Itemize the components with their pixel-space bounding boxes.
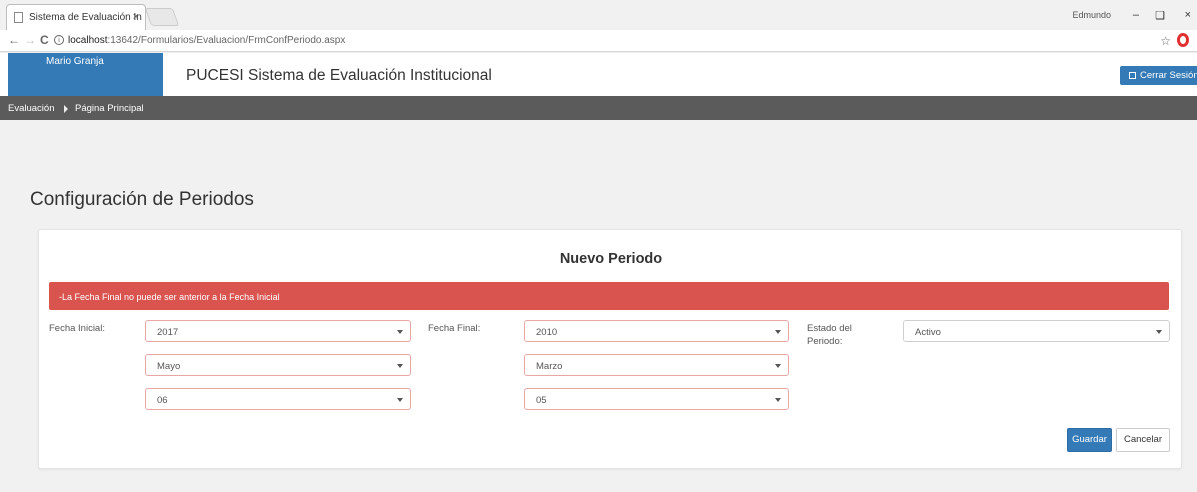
logout-icon bbox=[1129, 72, 1136, 79]
minimize-icon[interactable]: – bbox=[1133, 9, 1139, 21]
fecha-final-month-select[interactable]: Marzo bbox=[524, 354, 789, 376]
user-box: Mario Granja bbox=[8, 53, 163, 96]
estado-value: Activo bbox=[915, 327, 941, 338]
fecha-final-month-value: Marzo bbox=[536, 361, 563, 372]
estado-select[interactable]: Activo bbox=[903, 320, 1170, 342]
browser-tab[interactable]: Sistema de Evaluación In × bbox=[6, 4, 146, 30]
info-icon[interactable]: i bbox=[54, 35, 64, 45]
save-button[interactable]: Guardar bbox=[1067, 428, 1112, 452]
chevron-down-icon bbox=[397, 398, 403, 402]
forward-icon[interactable]: → bbox=[24, 33, 36, 47]
page-title: Configuración de Periodos bbox=[30, 189, 254, 210]
estado-label: Estado del Periodo: bbox=[807, 323, 852, 347]
chevron-down-icon bbox=[1156, 330, 1162, 334]
opera-menu-icon[interactable] bbox=[1177, 33, 1189, 47]
browser-tab-title: Sistema de Evaluación In bbox=[29, 12, 142, 23]
periodo-panel: Nuevo Periodo -La Fecha Final no puede s… bbox=[38, 229, 1182, 469]
cancel-button[interactable]: Cancelar bbox=[1116, 428, 1170, 452]
caret-right-icon bbox=[64, 105, 68, 113]
nav-item-pagina-principal[interactable]: Página Principal bbox=[75, 103, 144, 114]
user-name: Mario Granja bbox=[46, 56, 104, 67]
close-window-icon[interactable]: × bbox=[1185, 9, 1191, 21]
fecha-inicial-day-select[interactable]: 06 bbox=[145, 388, 411, 410]
nav-bar: Evaluación Página Principal bbox=[0, 96, 1197, 120]
nav-item-evaluacion[interactable]: Evaluación bbox=[8, 103, 54, 114]
chevron-down-icon bbox=[397, 330, 403, 334]
page-icon bbox=[14, 12, 23, 23]
chevron-down-icon bbox=[775, 330, 781, 334]
fecha-inicial-month-select[interactable]: Mayo bbox=[145, 354, 411, 376]
error-alert: -La Fecha Final no puede ser anterior a … bbox=[49, 282, 1169, 310]
fecha-inicial-label: Fecha Inicial: bbox=[49, 323, 105, 334]
fecha-inicial-day-value: 06 bbox=[157, 395, 168, 406]
fecha-inicial-year-value: 2017 bbox=[157, 327, 179, 338]
url-host: localhost bbox=[68, 35, 108, 46]
app-header: Mario Granja PUCESI Sistema de Evaluació… bbox=[0, 53, 1197, 96]
restore-icon[interactable]: ❑ bbox=[1155, 9, 1165, 22]
fecha-final-year-value: 2010 bbox=[536, 327, 558, 338]
chevron-down-icon bbox=[775, 398, 781, 402]
back-icon[interactable]: ← bbox=[8, 33, 20, 47]
app-title: PUCESI Sistema de Evaluación Institucion… bbox=[186, 67, 492, 84]
url-field[interactable]: i localhost:13642/Formularios/Evaluacion… bbox=[52, 32, 1162, 50]
fecha-inicial-year-select[interactable]: 2017 bbox=[145, 320, 411, 342]
browser-tab-strip: Sistema de Evaluación In × Edmundo – ❑ × bbox=[0, 0, 1197, 30]
fecha-final-day-value: 05 bbox=[536, 395, 547, 406]
new-tab-button[interactable] bbox=[144, 8, 180, 26]
fecha-final-day-select[interactable]: 05 bbox=[524, 388, 789, 410]
fecha-inicial-month-value: Mayo bbox=[157, 361, 181, 372]
logout-label: Cerrar Sesión bbox=[1140, 70, 1197, 81]
chevron-down-icon bbox=[397, 364, 403, 368]
close-tab-icon[interactable]: × bbox=[133, 11, 139, 23]
address-bar: ← → C i localhost:13642/Formularios/Eval… bbox=[0, 30, 1197, 52]
bookmark-star-icon[interactable]: ☆ bbox=[1160, 34, 1171, 48]
window-user-name: Edmundo bbox=[1072, 10, 1111, 20]
url-path: :13642/Formularios/Evaluacion/FrmConfPer… bbox=[107, 35, 346, 46]
reload-icon[interactable]: C bbox=[40, 33, 49, 47]
panel-title: Nuevo Periodo bbox=[559, 251, 663, 267]
logout-button[interactable]: Cerrar Sesión bbox=[1120, 66, 1197, 85]
chevron-down-icon bbox=[775, 364, 781, 368]
fecha-final-year-select[interactable]: 2010 bbox=[524, 320, 789, 342]
fecha-final-label: Fecha Final: bbox=[428, 323, 481, 334]
